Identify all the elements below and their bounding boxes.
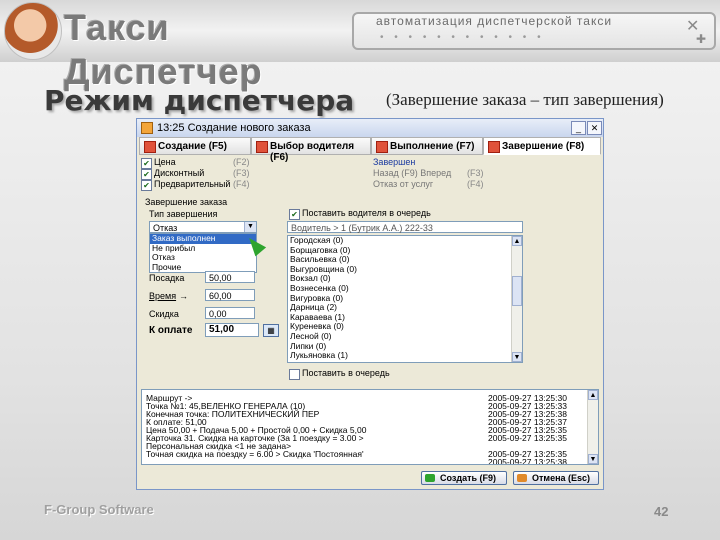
discount-label: Скидка bbox=[149, 309, 179, 319]
status-refuse-hotkey: (F4) bbox=[467, 179, 484, 189]
log-entry-text: Точная скидка на поездку = 6.00 > Скидка… bbox=[146, 449, 364, 459]
close-icon[interactable]: ✕ bbox=[587, 121, 602, 135]
order-window: 13:25 Создание нового заказа _ ✕ Создани… bbox=[136, 118, 604, 490]
boarding-input[interactable]: 50,00 bbox=[205, 271, 255, 283]
district-scrollbar[interactable]: ▲ ▼ bbox=[511, 236, 522, 362]
district-item[interactable]: Нивки (0) bbox=[288, 360, 522, 362]
window-titlebar: 13:25 Создание нового заказа _ ✕ bbox=[137, 119, 603, 137]
app-icon bbox=[141, 122, 153, 134]
calculator-icon[interactable]: ▦ bbox=[263, 324, 279, 337]
type-preliminary-checkbox[interactable]: ✔ bbox=[141, 180, 152, 191]
chevron-down-icon[interactable]: ▼ bbox=[244, 222, 256, 232]
tab-execution-label: Выполнение (F7) bbox=[390, 141, 475, 152]
scroll-up-icon[interactable]: ▲ bbox=[512, 236, 522, 246]
window-title: 13:25 Создание нового заказа bbox=[157, 122, 311, 134]
tagline-dots: • • • • • • • • • • • • bbox=[380, 32, 545, 43]
boarding-label: Посадка bbox=[149, 273, 185, 283]
order-log[interactable]: Маршрут -> 2005-09-27 13:25:30 Точка №1: 4… bbox=[141, 389, 599, 465]
scroll-thumb[interactable] bbox=[512, 276, 522, 306]
type-price-checkbox[interactable]: ✔ bbox=[141, 158, 152, 169]
create-icon bbox=[425, 474, 435, 482]
tab-completion[interactable]: Завершение (F8) bbox=[483, 137, 601, 155]
tab-driver[interactable]: Выбор водителя (F6) bbox=[251, 137, 371, 163]
tab-completion-icon bbox=[488, 141, 500, 153]
type-discount-label: Дисконтный bbox=[154, 168, 205, 178]
time-arrow-icon: → bbox=[179, 291, 188, 301]
type-preliminary-label: Предварительный bbox=[154, 179, 231, 189]
completion-group-label: Завершение заказа bbox=[145, 197, 228, 207]
status-refuse[interactable]: Отказ от услуг bbox=[373, 179, 433, 189]
time-label[interactable]: Время bbox=[149, 291, 176, 301]
minimize-icon[interactable]: _ bbox=[571, 121, 586, 135]
operator-avatar bbox=[4, 2, 62, 60]
completion-dropdown[interactable]: Заказ выполнен Не прибыл Отказ Прочие bbox=[149, 233, 257, 273]
log-entry-time: 2005-09-27 13:25:35 bbox=[488, 433, 567, 443]
notify-driver-checkbox[interactable]: ✔ bbox=[289, 209, 300, 220]
tagline: автоматизация диспетчерской такси bbox=[376, 14, 613, 28]
type-preliminary-hotkey: (F4) bbox=[233, 179, 250, 189]
queue-checkbox[interactable] bbox=[289, 369, 300, 380]
order-type-panel: ✔ Цена (F2) ✔ Дисконтный (F3) ✔ Предвари… bbox=[141, 157, 251, 191]
completion-type-value: Отказ bbox=[153, 223, 178, 233]
tab-driver-icon bbox=[256, 141, 268, 153]
completion-type-label: Тип завершения bbox=[149, 209, 218, 219]
log-scroll-down-icon[interactable]: ▼ bbox=[588, 454, 598, 464]
tab-execution[interactable]: Выполнение (F7) bbox=[371, 137, 483, 155]
cancel-button-label: Отмена (Esc) bbox=[532, 473, 591, 483]
discount-input[interactable]: 0,00 bbox=[205, 307, 255, 319]
tab-driver-label: Выбор водителя (F6) bbox=[270, 141, 355, 163]
type-price-label: Цена bbox=[154, 157, 176, 167]
time-input[interactable]: 60,00 bbox=[205, 289, 255, 301]
queue-label: Поставить в очередь bbox=[302, 368, 390, 378]
total-label: К оплате bbox=[149, 325, 193, 336]
create-button[interactable]: Создать (F9) bbox=[421, 471, 507, 485]
create-button-label: Создать (F9) bbox=[440, 473, 497, 483]
status-nav-hotkey: (F3) bbox=[467, 168, 484, 178]
cancel-icon bbox=[517, 474, 527, 482]
cancel-button[interactable]: Отмена (Esc) bbox=[513, 471, 599, 485]
tab-create-icon bbox=[144, 141, 156, 153]
completion-type-select[interactable]: Отказ ▼ bbox=[149, 221, 257, 233]
notify-driver-label: Поставить водителя в очередь bbox=[302, 208, 431, 218]
decor-cross-icon: ✚ bbox=[696, 32, 707, 46]
total-input[interactable]: 51,00 bbox=[205, 323, 259, 337]
slide-subtitle: (Завершение заказа – тип завершения) bbox=[386, 90, 664, 109]
tab-execution-icon bbox=[376, 141, 388, 153]
brand-title: Такси Диспетчер bbox=[64, 7, 263, 92]
status-nav[interactable]: Назад (F9) Вперед bbox=[373, 168, 451, 178]
type-discount-checkbox[interactable]: ✔ bbox=[141, 169, 152, 180]
tab-create[interactable]: Создание (F5) bbox=[139, 137, 251, 155]
status-done[interactable]: Завершен bbox=[373, 157, 415, 167]
tab-completion-label: Завершение (F8) bbox=[502, 141, 585, 152]
slide-title: Режим диспетчера bbox=[44, 84, 355, 117]
log-scroll-up-icon[interactable]: ▲ bbox=[588, 390, 598, 400]
log-scrollbar[interactable]: ▲ ▼ bbox=[587, 390, 598, 464]
page-number: 42 bbox=[654, 504, 669, 519]
type-discount-hotkey: (F3) bbox=[233, 168, 250, 178]
scroll-down-icon[interactable]: ▼ bbox=[512, 352, 522, 362]
district-list[interactable]: Городская (0) Борщаговка (0) Васильевка (0… bbox=[287, 235, 523, 363]
status-panel: Завершен Назад (F9) Вперед (F3) Отказ от… bbox=[373, 157, 485, 191]
footer-company: F-Group Software bbox=[44, 502, 154, 517]
type-price-hotkey: (F2) bbox=[233, 157, 250, 167]
log-entry-time: 2005-09-27 13:25:38 bbox=[488, 457, 567, 465]
tab-create-label: Создание (F5) bbox=[158, 141, 227, 152]
driver-field[interactable]: Водитель > 1 (Бутрик А.А.) 222-33 bbox=[287, 221, 523, 233]
